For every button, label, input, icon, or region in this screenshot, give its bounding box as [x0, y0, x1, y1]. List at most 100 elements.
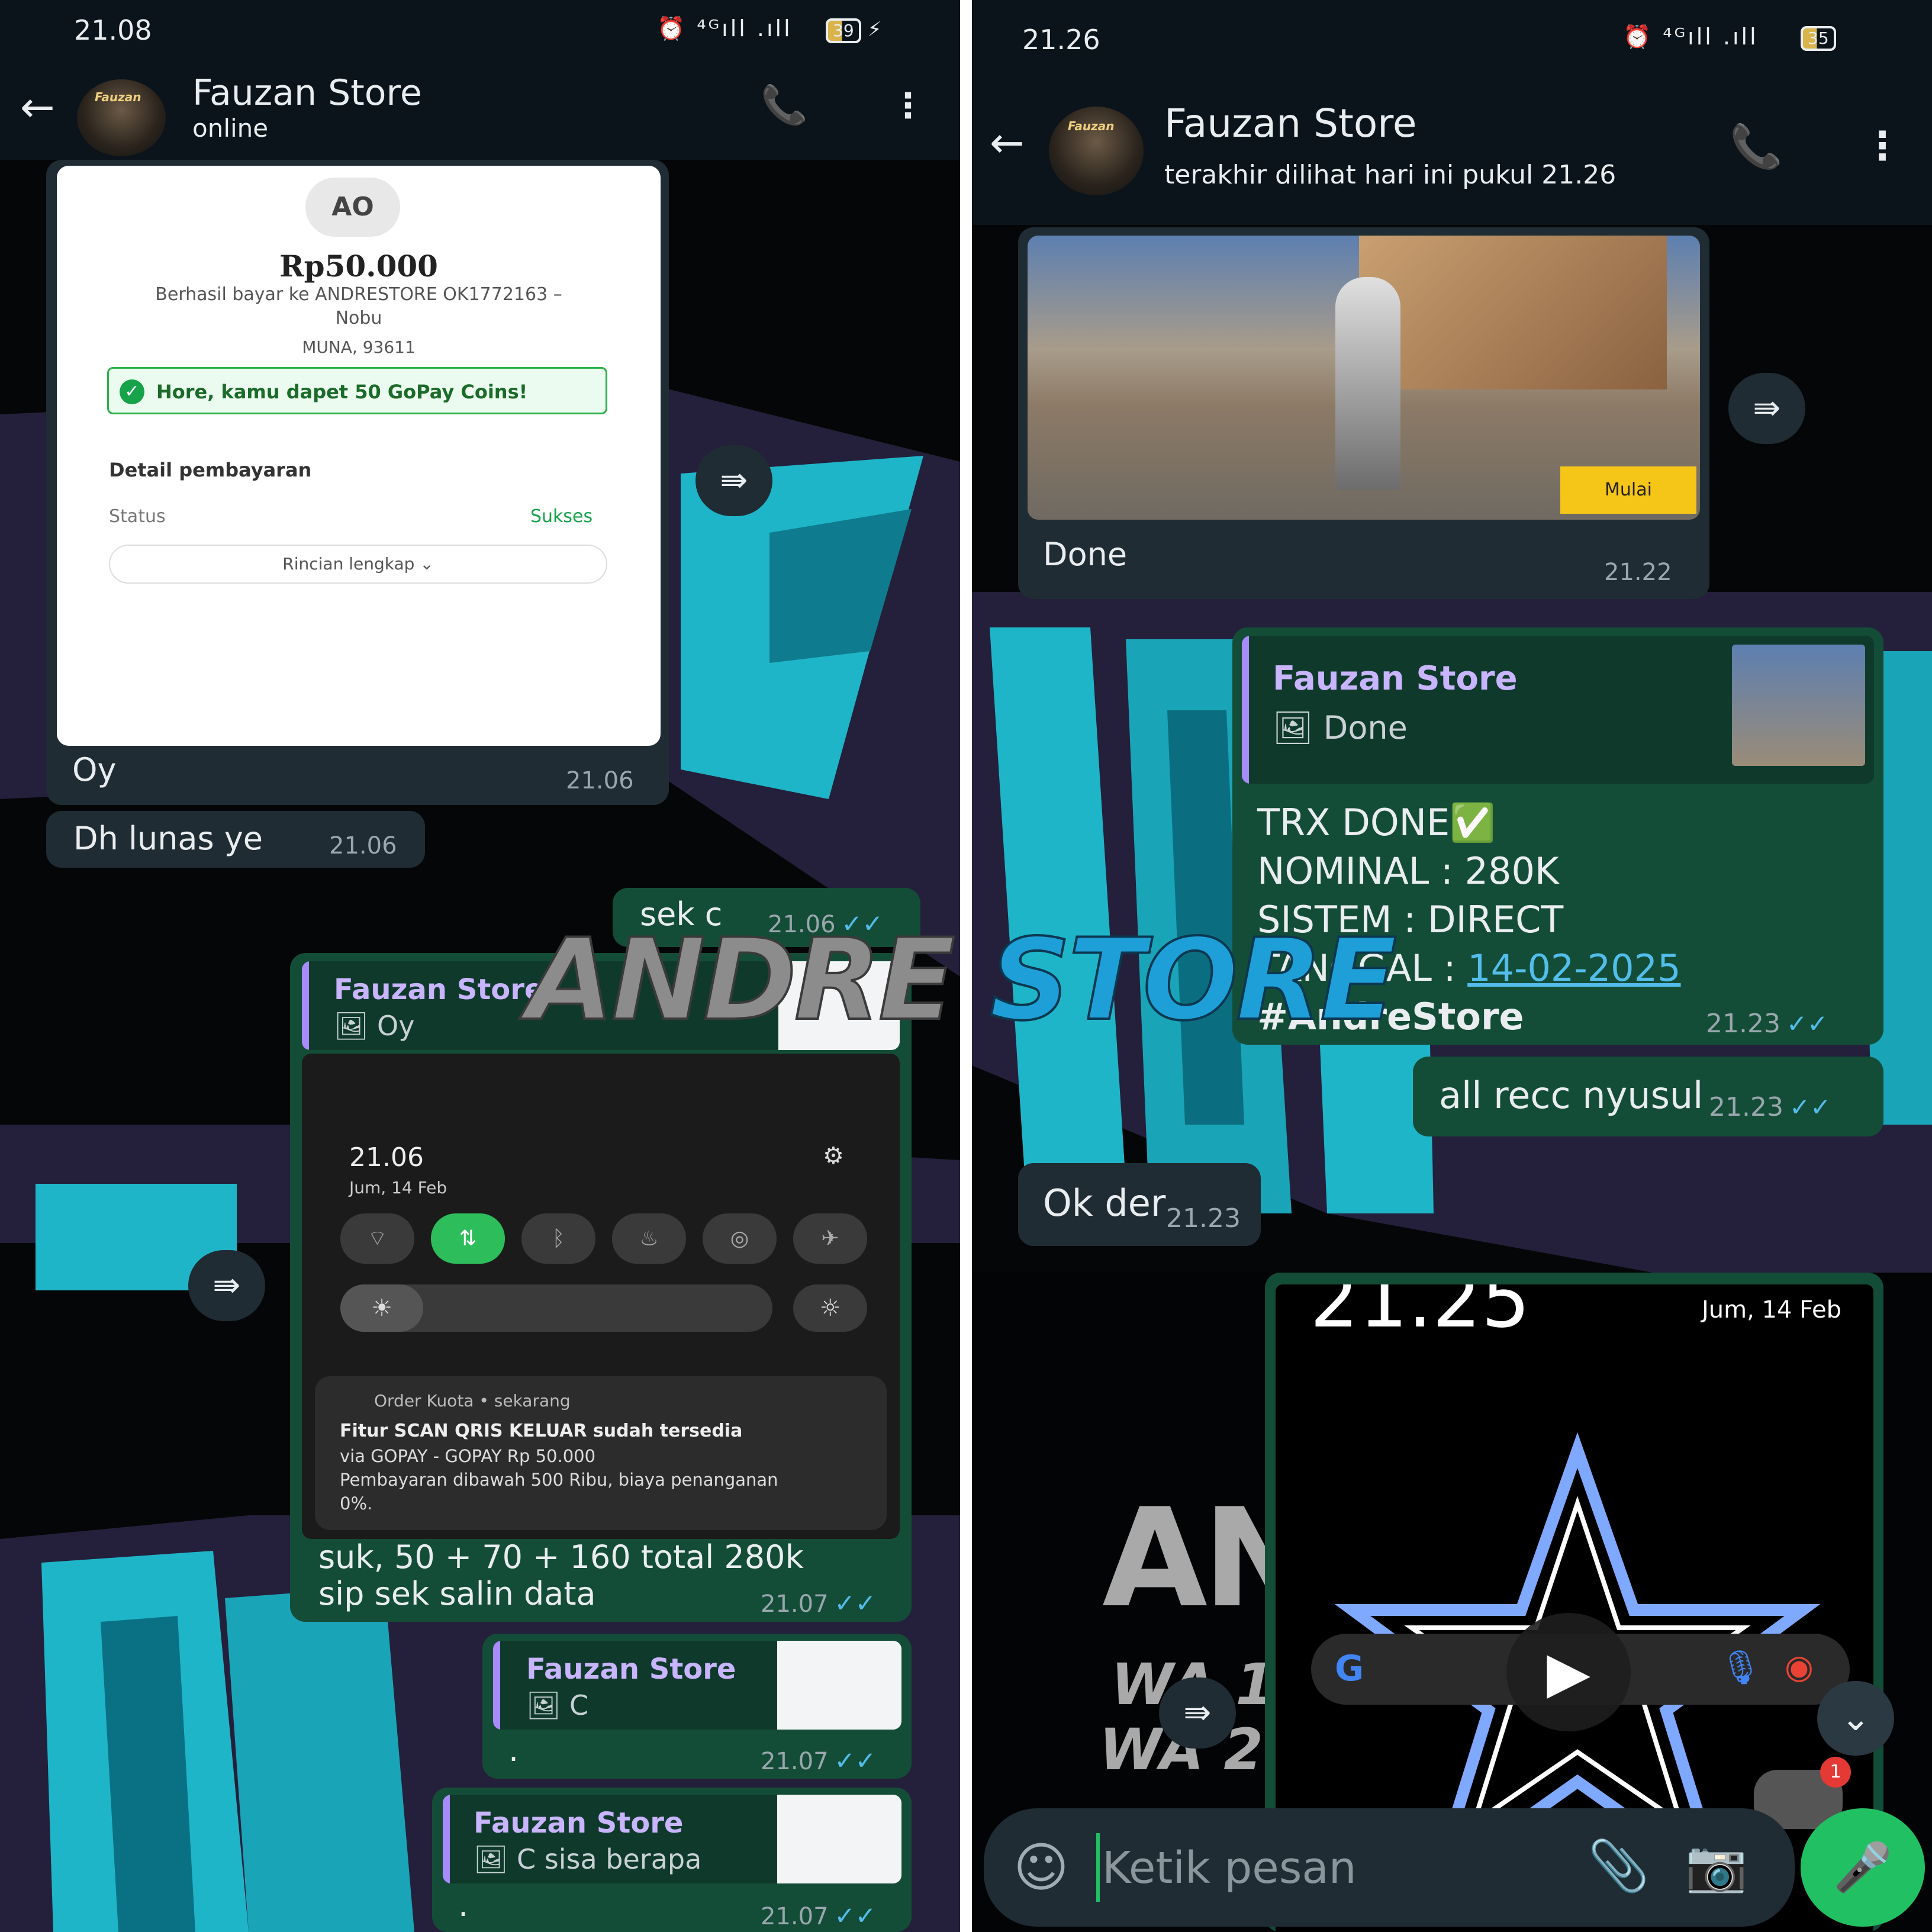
add-call-icon[interactable]: 📞 [761, 83, 808, 127]
image-icon: 🖼 [334, 1010, 378, 1042]
brightness-slider: ☀ [340, 1284, 772, 1332]
game-start-button: Mulai [1560, 466, 1696, 514]
text-cursor [1096, 1833, 1100, 1902]
message-input-bar[interactable]: ☺ Ketik pesan 📎 📷 [984, 1808, 1795, 1927]
battery-icon: 39 ⚡ [826, 18, 881, 43]
forward-icon[interactable]: ⇛ [188, 1250, 265, 1321]
play-video-button[interactable]: ▶ [1506, 1613, 1631, 1731]
watermark-word: ANDRE [526, 913, 957, 1046]
payment-location: MUNA, 93611 [302, 337, 416, 357]
quoted-message[interactable]: Fauzan Store 🖼 C sisa berapa [443, 1795, 901, 1883]
quoted-thumbnail [777, 1795, 901, 1883]
quoted-text: 🖼 Oy [334, 1010, 414, 1042]
contact-status: online [192, 114, 269, 143]
date-link[interactable]: 14-02-2025 [1467, 946, 1680, 990]
menu-dots-icon[interactable]: ⋮ [891, 85, 925, 125]
bluetooth-toggle-icon: ᛒ [521, 1213, 595, 1264]
forward-icon[interactable]: ⇛ [695, 445, 772, 516]
read-ticks-icon: ✓✓ [1786, 1009, 1828, 1038]
image-message-bubble[interactable]: AO Rp50.000 Berhasil bayar ke ANDRESTORE… [46, 160, 669, 805]
watermark-word: STORE [988, 913, 1398, 1046]
message-time: 21.07 ✓✓ [761, 1589, 876, 1618]
data-toggle-icon: ⇅ [431, 1213, 505, 1264]
attach-icon[interactable]: 📎 [1588, 1837, 1650, 1895]
message-text: Oy [72, 751, 117, 788]
signal-icons: ⏰ ⁴ᴳıll .ıll [1623, 24, 1759, 50]
trx-status: TRX DONE✅ [1257, 801, 1496, 844]
last-seen: terakhir dilihat hari ini pukul 21.26 [1164, 160, 1617, 190]
quoted-thumbnail [777, 1641, 901, 1730]
message-time: 21.23 ✓✓ [1706, 1009, 1828, 1039]
game-screenshot-image[interactable]: Mulai [1028, 236, 1700, 520]
back-arrow-icon[interactable]: ← [20, 83, 55, 131]
contact-name[interactable]: Fauzan Store [192, 72, 422, 114]
image-message-bubble[interactable]: Mulai Done 21.22 [1018, 227, 1709, 599]
quote-bar [443, 1795, 450, 1883]
forward-icon[interactable]: ⇛ [1728, 373, 1805, 444]
payment-receipt-image[interactable]: AO Rp50.000 Berhasil bayar ke ANDRESTORE… [57, 166, 661, 746]
notif-line: via GOPAY - GOPAY Rp 50.000 [340, 1446, 596, 1466]
coins-banner: ✓ Hore, kamu dapet 50 GoPay Coins! [107, 367, 607, 414]
contact-name[interactable]: Fauzan Store [1164, 101, 1417, 146]
emoji-icon[interactable]: ☺ [1013, 1837, 1069, 1899]
signal-icons: ⏰ ⁴ᴳıll .ıll [657, 15, 793, 41]
quoted-thumbnail [1732, 645, 1865, 766]
quoted-sender: Fauzan Store [526, 1653, 736, 1686]
status-value: Sukses [530, 506, 593, 527]
message-input[interactable]: Ketik pesan [1102, 1843, 1357, 1894]
brightness-icon: ☀ [340, 1284, 423, 1332]
back-arrow-icon[interactable]: ← [990, 118, 1025, 167]
read-ticks-icon: ✓✓ [834, 1589, 876, 1618]
game-character [1335, 277, 1400, 490]
camera-icon[interactable]: 📷 [1685, 1837, 1747, 1895]
notification-screenshot[interactable]: 21.06 Jum, 14 Feb ⚙ ⌔ ⇅ ᛒ ♨ ◎ ✈ ☀ ☼ Orde… [302, 1054, 900, 1539]
read-ticks-icon: ✓✓ [1789, 1093, 1831, 1122]
quoted-sender: Fauzan Store [334, 973, 544, 1006]
reply-image-message-bubble[interactable]: Fauzan Store 🖼 Oy 21.06 Jum, 14 Feb ⚙ ⌔ … [290, 953, 912, 1622]
status-time: 21.26 [1022, 24, 1100, 56]
auto-brightness-icon: ☼ [793, 1284, 867, 1332]
voice-record-button[interactable]: 🎤 [1801, 1808, 1925, 1927]
message-time: 21.07 ✓✓ [761, 1901, 876, 1930]
notif-line: Pembayaran dibawah 500 Ribu, biaya penan… [340, 1470, 778, 1490]
status-label: Status [109, 506, 166, 527]
avatar[interactable]: Fauzan [1049, 107, 1144, 195]
incoming-message-bubble[interactable]: Ok der 21.23 [1018, 1163, 1261, 1246]
status-bar: 21.26 ⏰ ⁴ᴳıll .ıll 35 [972, 0, 1932, 65]
reply-message-bubble[interactable]: Fauzan Store 🖼 C sisa berapa . 21.07 ✓✓ [432, 1788, 912, 1932]
quoted-message[interactable]: Fauzan Store 🖼 Done [1242, 636, 1874, 784]
battery-level: 35 [1801, 26, 1836, 51]
microphone-icon: 🎤 [1833, 1840, 1892, 1895]
incoming-message-bubble[interactable]: Dh lunas ye 21.06 [46, 811, 425, 868]
menu-dots-icon[interactable]: ⋮ [1863, 123, 1902, 169]
read-ticks-icon: ✓✓ [834, 1901, 876, 1930]
forward-icon[interactable]: ⇛ [1159, 1677, 1236, 1749]
time-value: 21.07 [761, 1590, 829, 1618]
voice-search-icon: 🎙 [1720, 1648, 1762, 1687]
quoted-message[interactable]: Fauzan Store 🖼 C [493, 1641, 901, 1730]
read-ticks-icon: ✓✓ [834, 1746, 876, 1775]
message-time: 21.06 [566, 767, 634, 794]
quote-bar [493, 1641, 500, 1730]
quote-bar [1242, 636, 1249, 784]
outgoing-message-bubble[interactable]: all recc nyusul 21.23 ✓✓ [1413, 1057, 1883, 1136]
avatar[interactable]: Fauzan [77, 79, 166, 156]
time-value: 21.23 [1706, 1009, 1780, 1039]
notification-badge: 1 [1820, 1757, 1851, 1788]
time-value: 21.07 [761, 1903, 829, 1930]
quoted-text: 🖼 C sisa berapa [474, 1843, 701, 1876]
google-icon: G [1335, 1648, 1364, 1689]
image-icon: 🖼 [526, 1689, 570, 1721]
message-text: suk, 50 + 70 + 160 total 280k sip sek sa… [318, 1538, 804, 1612]
add-call-icon[interactable]: 📞 [1730, 121, 1783, 172]
payment-details-button[interactable]: Rincian lengkap ⌄ [109, 545, 607, 584]
notif-app: Order Kuota • sekarang [374, 1391, 571, 1411]
reply-message-bubble[interactable]: Fauzan Store 🖼 C . 21.07 ✓✓ [482, 1634, 912, 1779]
message-time: 21.23 ✓✓ [1709, 1092, 1831, 1122]
quoted-sender: Fauzan Store [474, 1807, 684, 1840]
scroll-down-icon[interactable]: ⌄ [1817, 1681, 1894, 1756]
payment-desc: Berhasil bayar ke ANDRESTORE OK1772163 – [155, 284, 562, 305]
message-text: Ok der [1043, 1181, 1166, 1225]
flashlight-toggle-icon: ♨ [612, 1213, 686, 1264]
watermark-text: ANDRE STORE [526, 913, 1398, 1046]
